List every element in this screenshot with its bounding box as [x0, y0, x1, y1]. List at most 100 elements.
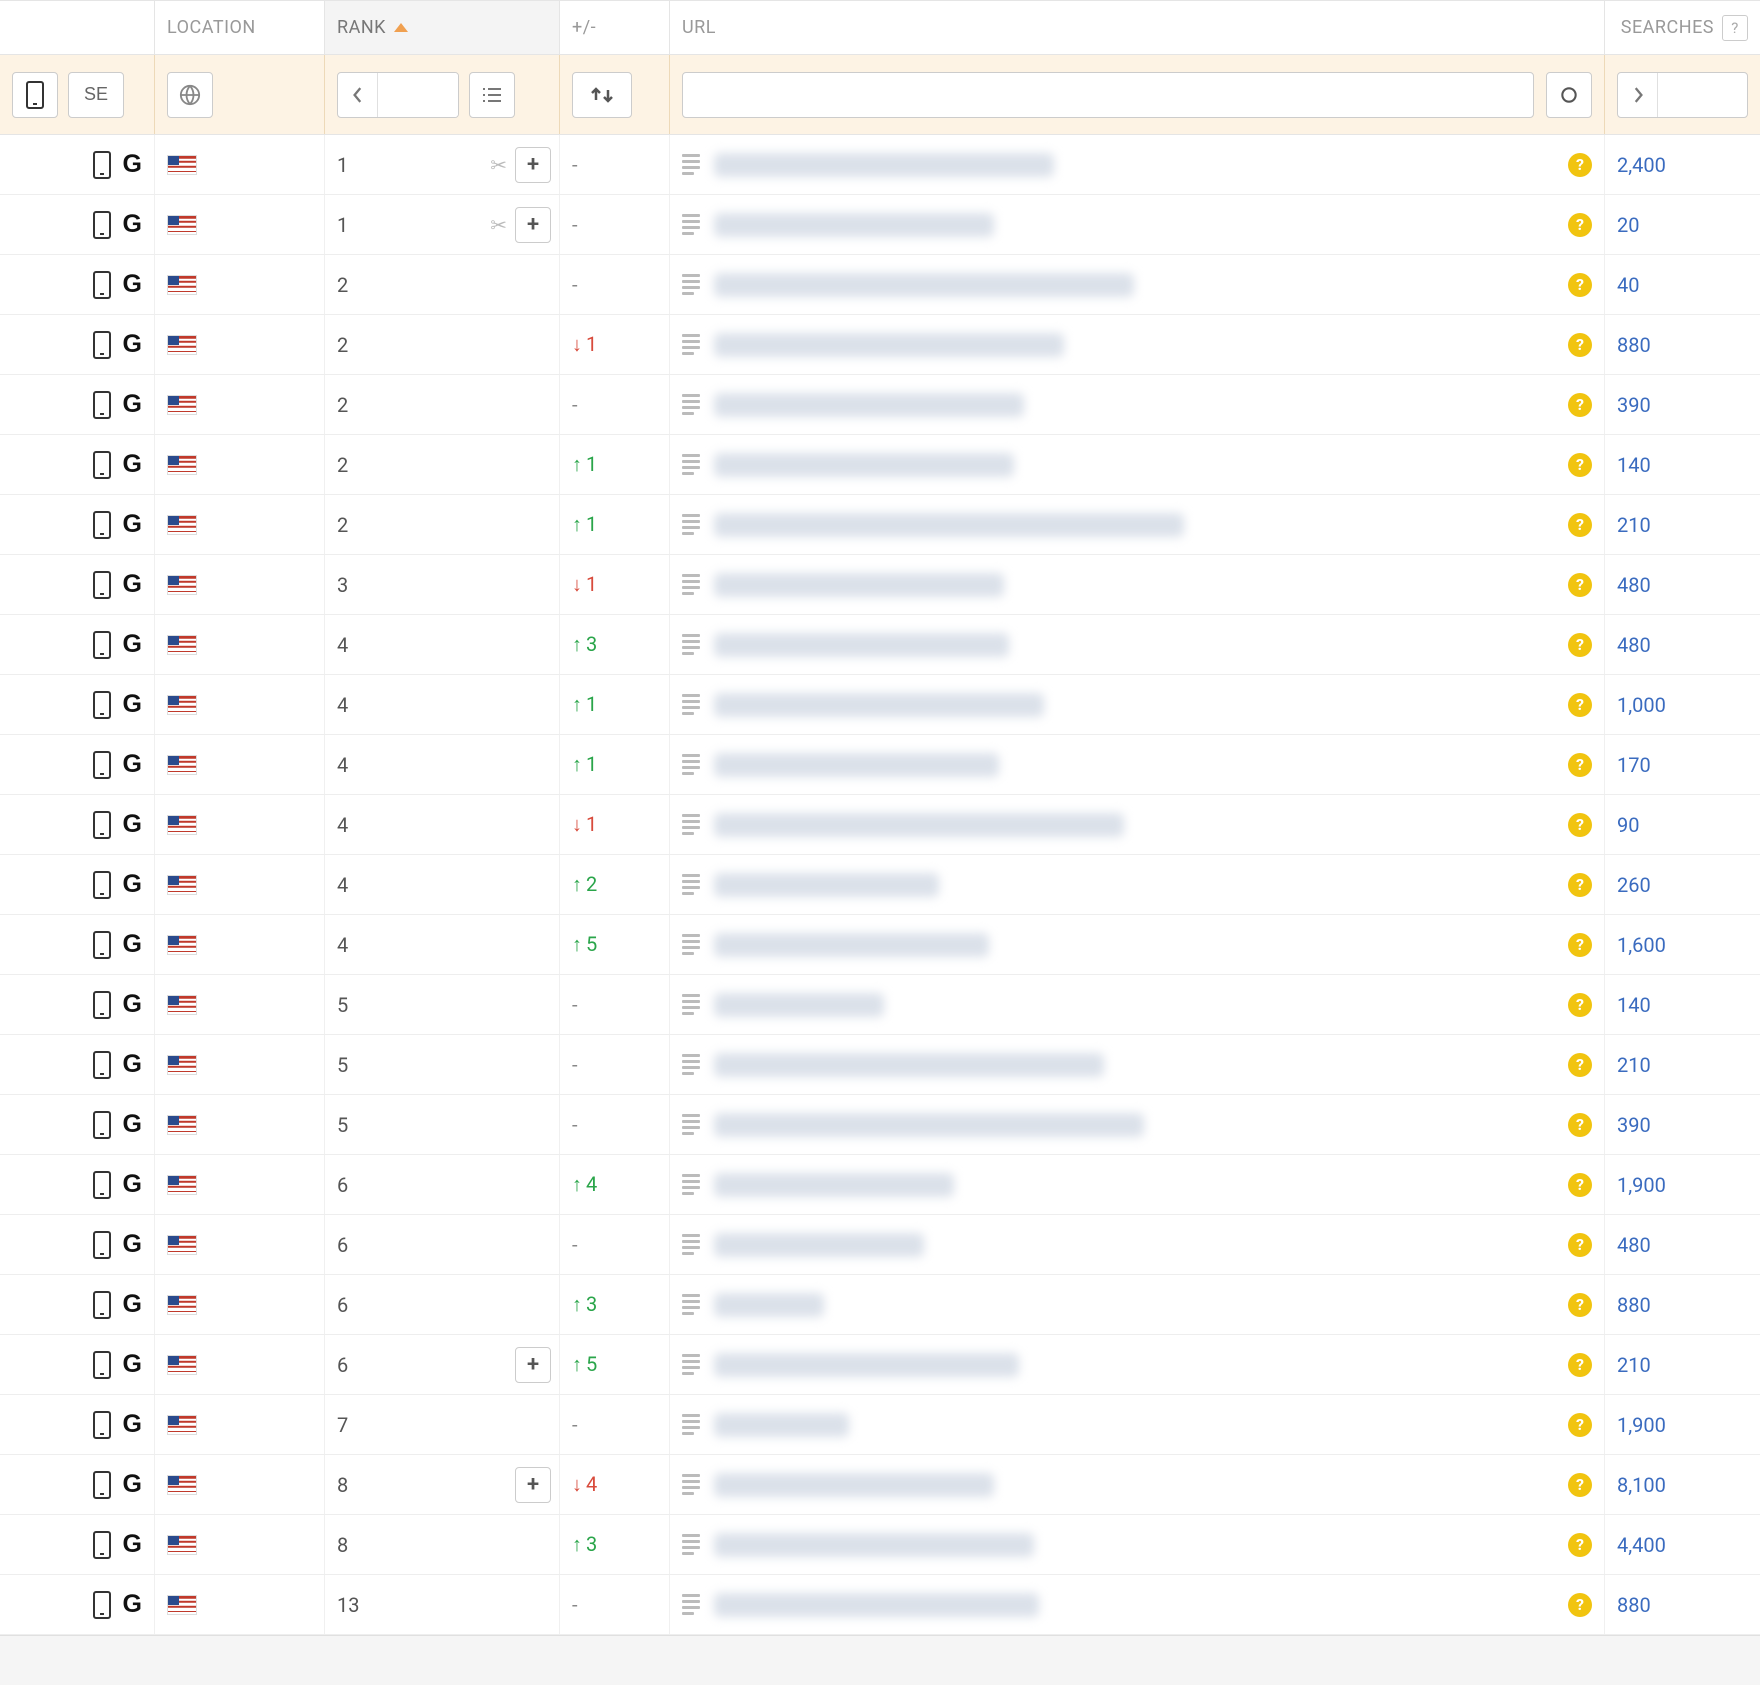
url-text[interactable]: [714, 693, 1044, 717]
info-icon[interactable]: ?: [1568, 1233, 1592, 1257]
url-text[interactable]: [714, 1053, 1104, 1077]
table-row[interactable]: G7-?1,900: [0, 1395, 1760, 1455]
search-volume[interactable]: 260: [1617, 873, 1651, 897]
url-text[interactable]: [714, 1473, 994, 1497]
url-text[interactable]: [714, 633, 1009, 657]
serp-icon[interactable]: [682, 1354, 700, 1375]
info-icon[interactable]: ?: [1568, 873, 1592, 897]
table-row[interactable]: G1✂+-?20: [0, 195, 1760, 255]
url-text[interactable]: [714, 1113, 1144, 1137]
serp-icon[interactable]: [682, 1114, 700, 1135]
search-volume[interactable]: 880: [1617, 333, 1651, 357]
info-icon[interactable]: ?: [1568, 393, 1592, 417]
location-filter-button[interactable]: [167, 72, 213, 118]
table-row[interactable]: G4↑1?1,000: [0, 675, 1760, 735]
serp-icon[interactable]: [682, 274, 700, 295]
table-row[interactable]: G5-?140: [0, 975, 1760, 1035]
table-row[interactable]: G13-?880: [0, 1575, 1760, 1635]
info-icon[interactable]: ?: [1568, 933, 1592, 957]
info-icon[interactable]: ?: [1568, 1533, 1592, 1557]
url-text[interactable]: [714, 1353, 1019, 1377]
url-text[interactable]: [714, 1293, 824, 1317]
chevron-left-icon[interactable]: [338, 73, 378, 117]
search-volume[interactable]: 390: [1617, 1113, 1651, 1137]
table-row[interactable]: G8+↓4?8,100: [0, 1455, 1760, 1515]
info-icon[interactable]: ?: [1568, 1413, 1592, 1437]
table-row[interactable]: G6↑3?880: [0, 1275, 1760, 1335]
info-icon[interactable]: ?: [1568, 993, 1592, 1017]
table-row[interactable]: G5-?210: [0, 1035, 1760, 1095]
search-volume[interactable]: 40: [1617, 273, 1639, 297]
search-volume[interactable]: 170: [1617, 753, 1651, 777]
info-icon[interactable]: ?: [1568, 273, 1592, 297]
serp-icon[interactable]: [682, 1534, 700, 1555]
serp-icon[interactable]: [682, 694, 700, 715]
info-icon[interactable]: ?: [1568, 1593, 1592, 1617]
info-icon[interactable]: ?: [1568, 1173, 1592, 1197]
table-row[interactable]: G3↓1?480: [0, 555, 1760, 615]
search-volume[interactable]: 20: [1617, 213, 1639, 237]
searches-input[interactable]: [1658, 73, 1738, 117]
scissors-icon[interactable]: ✂: [490, 153, 507, 177]
url-filter-input[interactable]: [682, 72, 1534, 118]
info-icon[interactable]: ?: [1568, 513, 1592, 537]
search-volume[interactable]: 140: [1617, 993, 1651, 1017]
table-row[interactable]: G2↑1?140: [0, 435, 1760, 495]
info-icon[interactable]: ?: [1568, 1473, 1592, 1497]
info-icon[interactable]: ?: [1568, 453, 1592, 477]
url-text[interactable]: [714, 753, 999, 777]
table-row[interactable]: G2↑1?210: [0, 495, 1760, 555]
info-icon[interactable]: ?: [1568, 333, 1592, 357]
search-volume[interactable]: 390: [1617, 393, 1651, 417]
search-volume[interactable]: 210: [1617, 1053, 1651, 1077]
table-row[interactable]: G5-?390: [0, 1095, 1760, 1155]
info-icon[interactable]: ?: [1568, 1353, 1592, 1377]
search-volume[interactable]: 480: [1617, 633, 1651, 657]
info-icon[interactable]: ?: [1568, 1113, 1592, 1137]
help-icon[interactable]: ?: [1722, 15, 1748, 41]
search-volume[interactable]: 1,600: [1617, 933, 1666, 957]
table-row[interactable]: G2↓1?880: [0, 315, 1760, 375]
info-icon[interactable]: ?: [1568, 1293, 1592, 1317]
serp-icon[interactable]: [682, 1294, 700, 1315]
add-button[interactable]: +: [515, 147, 551, 183]
serp-icon[interactable]: [682, 874, 700, 895]
url-text[interactable]: [714, 873, 939, 897]
url-text[interactable]: [714, 333, 1064, 357]
table-row[interactable]: G4↑3?480: [0, 615, 1760, 675]
info-icon[interactable]: ?: [1568, 153, 1592, 177]
searches-filter[interactable]: [1617, 72, 1748, 118]
rank-input[interactable]: [378, 73, 458, 117]
info-icon[interactable]: ?: [1568, 753, 1592, 777]
col-header-url[interactable]: URL: [670, 1, 1605, 54]
url-text[interactable]: [714, 1593, 1039, 1617]
search-volume[interactable]: 8,100: [1617, 1473, 1666, 1497]
add-button[interactable]: +: [515, 1347, 551, 1383]
change-filter-button[interactable]: [572, 72, 632, 118]
search-volume[interactable]: 480: [1617, 573, 1651, 597]
serp-icon[interactable]: [682, 814, 700, 835]
table-row[interactable]: G8↑3?4,400: [0, 1515, 1760, 1575]
search-volume[interactable]: 210: [1617, 513, 1651, 537]
url-search-button[interactable]: [1546, 72, 1592, 118]
search-volume[interactable]: 880: [1617, 1593, 1651, 1617]
url-text[interactable]: [714, 1533, 1034, 1557]
serp-icon[interactable]: [682, 574, 700, 595]
table-row[interactable]: G6+↑5?210: [0, 1335, 1760, 1395]
device-filter-button[interactable]: [12, 72, 58, 118]
col-header-searches[interactable]: SEARCHES ?: [1605, 1, 1760, 54]
table-row[interactable]: G4↓1?90: [0, 795, 1760, 855]
serp-icon[interactable]: [682, 454, 700, 475]
serp-icon[interactable]: [682, 634, 700, 655]
url-text[interactable]: [714, 1173, 954, 1197]
url-text[interactable]: [714, 993, 884, 1017]
url-text[interactable]: [714, 813, 1124, 837]
serp-icon[interactable]: [682, 1234, 700, 1255]
table-row[interactable]: G4↑5?1,600: [0, 915, 1760, 975]
serp-icon[interactable]: [682, 1414, 700, 1435]
url-text[interactable]: [714, 1413, 849, 1437]
scissors-icon[interactable]: ✂: [490, 213, 507, 237]
search-engine-filter-button[interactable]: SE: [68, 72, 124, 118]
serp-icon[interactable]: [682, 934, 700, 955]
url-text[interactable]: [714, 933, 989, 957]
